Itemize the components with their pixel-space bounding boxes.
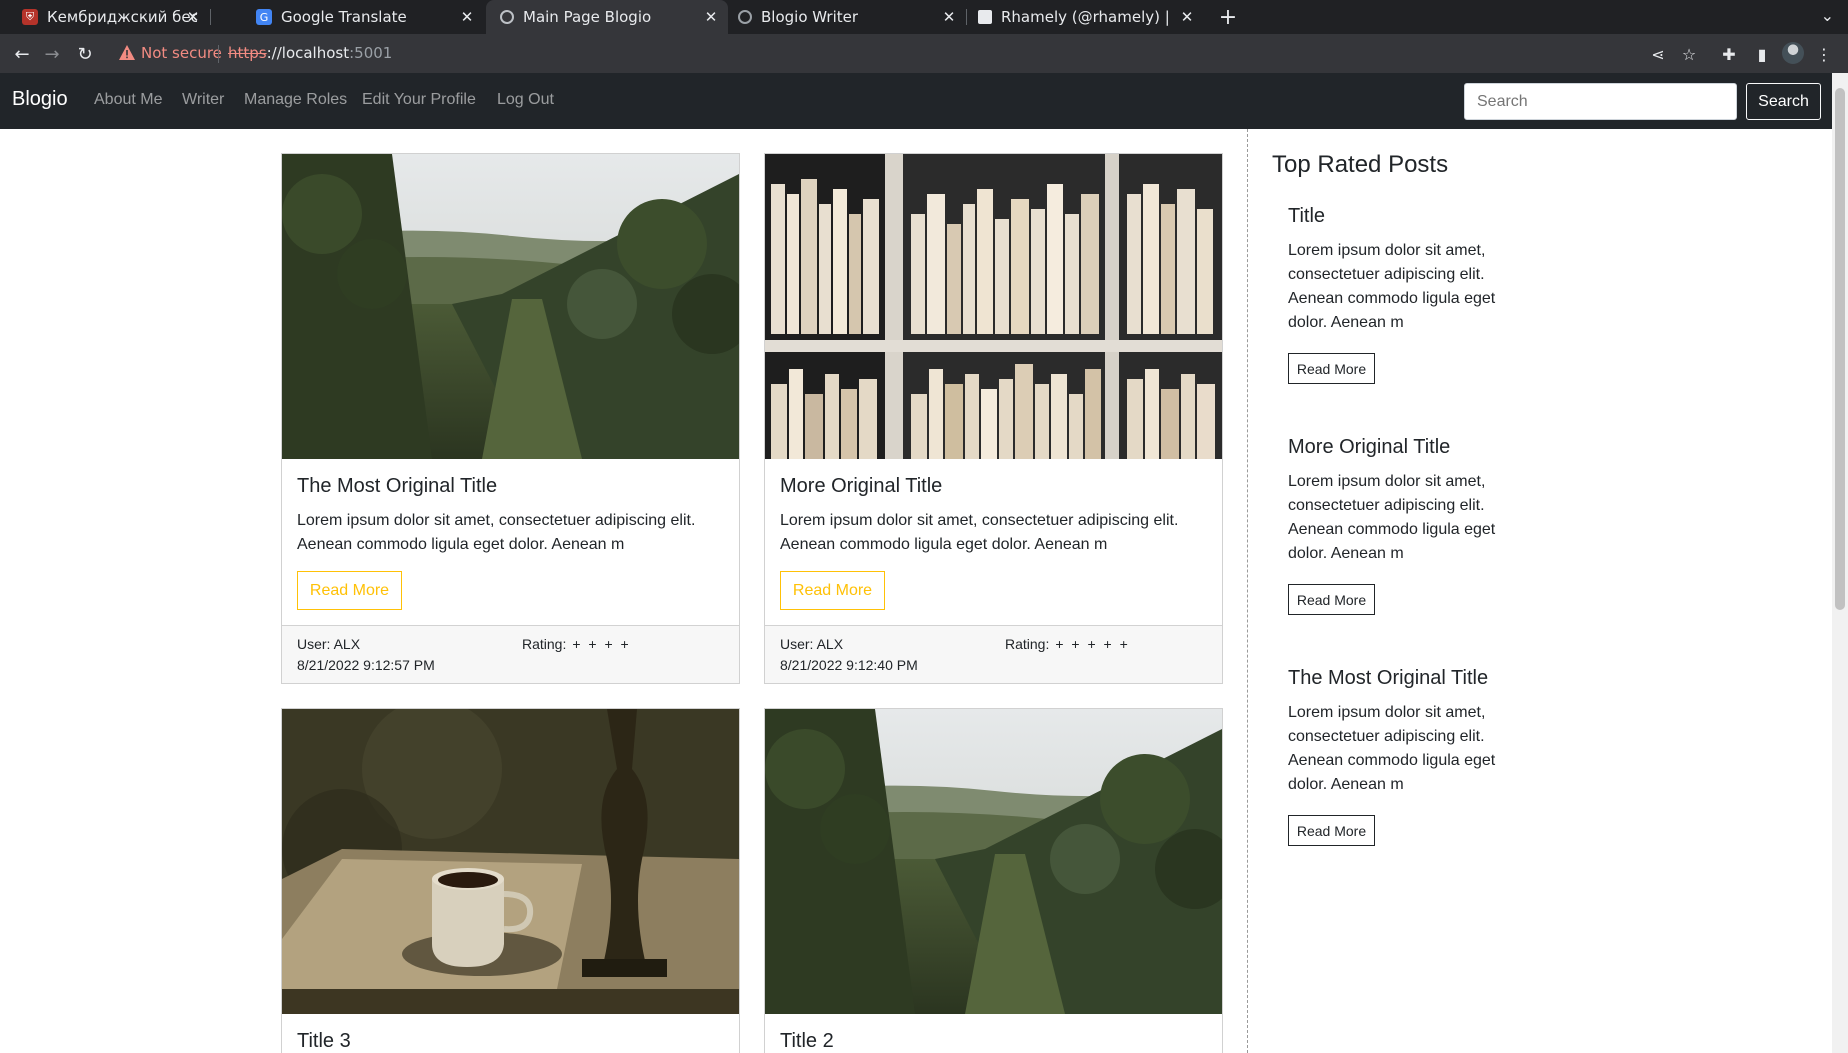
nav-link-writer[interactable]: Writer: [182, 91, 224, 109]
not-secure-label[interactable]: Not secure: [141, 44, 222, 62]
browser-tab-cambridge[interactable]: ⛨ Кембриджский бесплатн ✕: [0, 0, 211, 34]
top-rated-post-excerpt: Lorem ipsum dolor sit amet, consectetuer…: [1288, 242, 1496, 331]
top-rated-post-title: The Most Original Title: [1288, 667, 1489, 689]
read-more-button[interactable]: Read More: [1288, 353, 1375, 384]
post-image-vineyard[interactable]: [765, 709, 1222, 1014]
post-image-bookshelf[interactable]: [765, 154, 1222, 459]
post-rating: Rating: + + + +: [522, 636, 631, 652]
post-title: The Most Original Title: [297, 475, 498, 497]
url-port: :5001: [349, 44, 393, 62]
post-title: Title 2: [780, 1030, 834, 1052]
close-icon[interactable]: ✕: [702, 8, 720, 26]
tab-separator: [966, 9, 967, 25]
top-rated-post: Title Lorem ipsum dolor sit amet, consec…: [1288, 205, 1538, 384]
tab-title: Main Page Blogio: [523, 8, 652, 26]
url-separator: [218, 45, 219, 63]
back-arrow-icon[interactable]: ←: [10, 42, 34, 66]
rating-label: Rating:: [522, 636, 567, 652]
post-date: 8/21/2022 9:12:57 PM: [297, 657, 435, 673]
read-more-button[interactable]: Read More: [1288, 815, 1375, 846]
post-footer: User: ALX 8/21/2022 9:12:40 PM Rating: + …: [765, 625, 1222, 683]
browser-tab-blogio-writer[interactable]: Blogio Writer ✕: [730, 0, 967, 34]
browser-tab-strip: ⛨ Кембриджский бесплатн ✕ G Google Trans…: [0, 0, 1848, 34]
search-input[interactable]: [1464, 83, 1737, 120]
address-bar[interactable]: https://localhost:5001: [228, 44, 392, 62]
top-rated-post-title: More Original Title: [1288, 436, 1451, 458]
nav-link-log-out[interactable]: Log Out: [497, 91, 554, 109]
top-rated-post: The Most Original Title Lorem ipsum dolo…: [1288, 667, 1538, 846]
post-author: User: ALX: [780, 636, 844, 652]
site-navbar: Blogio About Me Writer Manage Roles Edit…: [0, 73, 1848, 129]
google-translate-icon: G: [256, 9, 272, 25]
sidebar-heading: Top Rated Posts: [1272, 151, 1449, 178]
share-icon[interactable]: ⋖: [1646, 42, 1670, 66]
rating-label: Rating:: [1005, 636, 1050, 652]
close-icon[interactable]: ✕: [1178, 8, 1196, 26]
post-image-teacup[interactable]: [282, 709, 739, 1014]
post-title: More Original Title: [780, 475, 943, 497]
extensions-puzzle-icon[interactable]: ✚: [1717, 42, 1741, 66]
read-more-button[interactable]: Read More: [780, 571, 885, 610]
globe-icon: [738, 10, 752, 24]
top-rated-post: More Original Title Lorem ipsum dolor si…: [1288, 436, 1538, 615]
rating-stars: + + + +: [572, 636, 631, 652]
reload-icon[interactable]: ↻: [73, 42, 97, 66]
close-icon[interactable]: ✕: [458, 8, 476, 26]
post-excerpt: Lorem ipsum dolor sit amet, consectetuer…: [297, 512, 696, 553]
read-more-button[interactable]: Read More: [1288, 584, 1375, 615]
nav-link-edit-profile[interactable]: Edit Your Profile: [362, 91, 476, 109]
post-author: User: ALX: [297, 636, 361, 652]
tab-title: Blogio Writer: [761, 8, 859, 26]
browser-tab-unsplash[interactable]: Rhamely (@rhamely) | Uns ✕: [968, 0, 1204, 34]
cambridge-icon: ⛨: [22, 9, 38, 25]
tab-search-chevron-icon[interactable]: ⌄: [1821, 6, 1834, 25]
post-card: Title 3: [281, 708, 740, 1053]
kebab-menu-icon[interactable]: ⋮: [1812, 42, 1836, 66]
browser-tab-main-page-blogio[interactable]: Main Page Blogio ✕: [486, 0, 728, 34]
nav-link-manage-roles[interactable]: Manage Roles: [244, 91, 347, 109]
top-rated-post-excerpt: Lorem ipsum dolor sit amet, consectetuer…: [1288, 704, 1496, 793]
browser-tab-google-translate[interactable]: G Google Translate ✕: [236, 0, 484, 34]
brand-logo[interactable]: Blogio: [12, 88, 68, 111]
bookmark-star-icon[interactable]: ☆: [1677, 42, 1701, 66]
post-image-vineyard[interactable]: [282, 154, 739, 459]
close-icon[interactable]: ✕: [184, 8, 202, 26]
search-button[interactable]: Search: [1746, 83, 1821, 120]
sidebar-divider: [1247, 129, 1248, 1053]
unsplash-icon: [978, 10, 992, 24]
post-excerpt: Lorem ipsum dolor sit amet, consectetuer…: [780, 512, 1179, 553]
forward-arrow-icon[interactable]: →: [40, 42, 64, 66]
browser-toolbar: ← → ↻ Not secure https://localhost:5001 …: [0, 34, 1848, 73]
post-date: 8/21/2022 9:12:40 PM: [780, 657, 918, 673]
post-rating: Rating: + + + + +: [1005, 636, 1130, 652]
post-card: The Most Original Title Lorem ipsum dolo…: [281, 153, 740, 684]
profile-avatar[interactable]: [1782, 42, 1804, 64]
close-icon[interactable]: ✕: [940, 8, 958, 26]
read-more-button[interactable]: Read More: [297, 571, 402, 610]
post-title: Title 3: [297, 1030, 351, 1052]
rating-stars: + + + + +: [1055, 636, 1130, 652]
tab-separator: [210, 9, 211, 25]
post-footer: User: ALX 8/21/2022 9:12:57 PM Rating: + …: [282, 625, 739, 683]
page-scrollbar-thumb[interactable]: [1835, 88, 1845, 610]
tab-title: Rhamely (@rhamely) | Uns: [1001, 8, 1171, 26]
top-rated-post-excerpt: Lorem ipsum dolor sit amet, consectetuer…: [1288, 473, 1496, 562]
side-panel-icon[interactable]: ▮: [1750, 42, 1774, 66]
post-card: Title 2: [764, 708, 1223, 1053]
tab-title: Кембриджский бесплатн: [47, 8, 197, 26]
warning-triangle-icon[interactable]: [118, 44, 136, 62]
globe-icon: [500, 10, 514, 24]
tab-title: Google Translate: [281, 8, 407, 26]
new-tab-button[interactable]: +: [1215, 4, 1241, 30]
top-rated-post-title: Title: [1288, 205, 1326, 227]
nav-link-about-me[interactable]: About Me: [94, 91, 162, 109]
url-scheme: https: [228, 44, 267, 62]
post-card: More Original Title Lorem ipsum dolor si…: [764, 153, 1223, 684]
url-host: ://localhost: [266, 44, 350, 62]
